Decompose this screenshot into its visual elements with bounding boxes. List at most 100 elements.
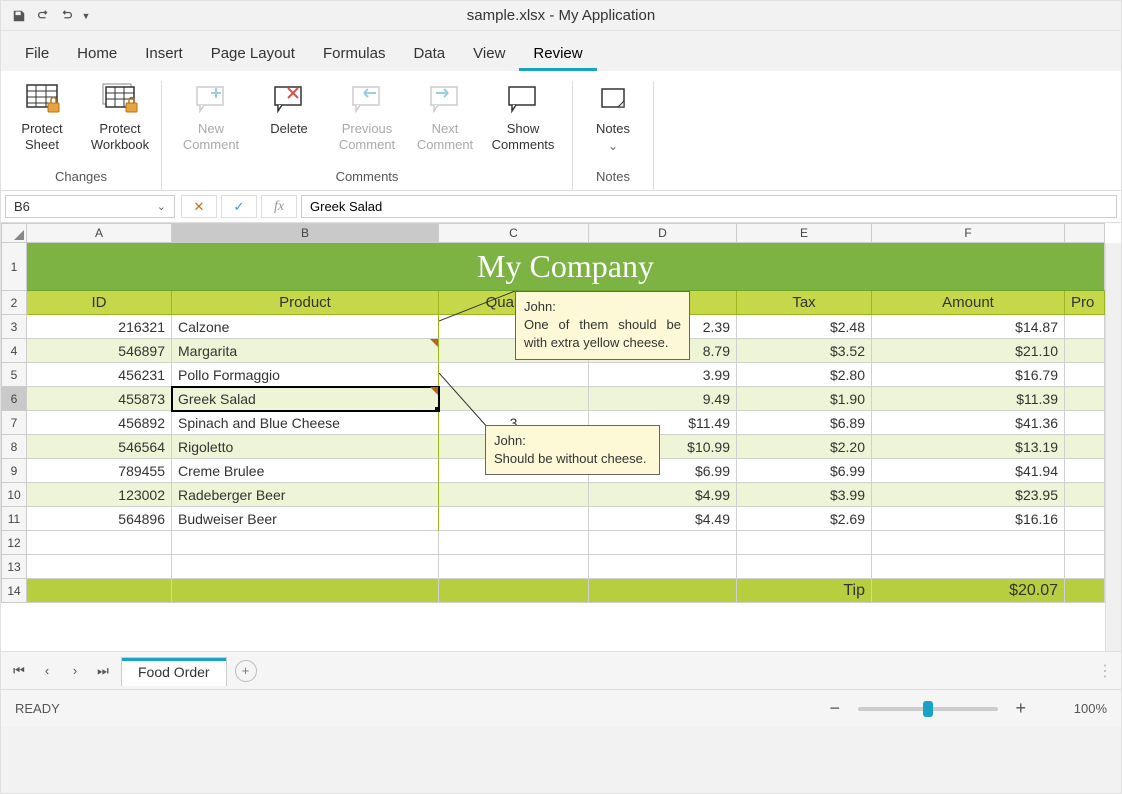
cell[interactable]: $23.95 — [872, 483, 1065, 507]
row-header[interactable]: 3 — [1, 315, 27, 339]
row-header-2[interactable]: 2 — [1, 291, 27, 315]
cell[interactable]: 564896 — [27, 507, 172, 531]
cell[interactable] — [1065, 339, 1105, 363]
cell[interactable]: 9.49 — [589, 387, 737, 411]
row-header[interactable]: 7 — [1, 411, 27, 435]
tip-amount[interactable]: $20.07 — [872, 579, 1065, 603]
formula-input[interactable] — [301, 195, 1117, 218]
row-header[interactable]: 5 — [1, 363, 27, 387]
cell[interactable] — [1065, 507, 1105, 531]
cell[interactable]: $11.39 — [872, 387, 1065, 411]
cell[interactable]: 546564 — [27, 435, 172, 459]
cell[interactable] — [27, 531, 172, 555]
cell[interactable]: $14.87 — [872, 315, 1065, 339]
cell[interactable] — [589, 555, 737, 579]
cell[interactable]: Greek Salad — [172, 387, 439, 411]
cell[interactable] — [1065, 387, 1105, 411]
sheet-tab[interactable]: Food Order — [121, 657, 227, 686]
cell[interactable] — [872, 531, 1065, 555]
cell[interactable]: Creme Brulee — [172, 459, 439, 483]
cell[interactable] — [27, 555, 172, 579]
cell[interactable]: $2.48 — [737, 315, 872, 339]
row-header[interactable]: 8 — [1, 435, 27, 459]
row-header[interactable]: 6 — [1, 387, 27, 411]
qat-dropdown-icon[interactable]: ▼ — [79, 4, 93, 28]
cell[interactable]: $41.94 — [872, 459, 1065, 483]
col-header-extra[interactable] — [1065, 223, 1105, 243]
cell[interactable]: $3.99 — [737, 483, 872, 507]
cell[interactable]: Rigoletto — [172, 435, 439, 459]
cell[interactable] — [1065, 555, 1105, 579]
column-headers[interactable]: A B C D E F — [1, 223, 1121, 243]
add-sheet-button[interactable]: + — [235, 660, 257, 682]
cell[interactable] — [172, 555, 439, 579]
cell[interactable]: $2.80 — [737, 363, 872, 387]
cell[interactable]: $41.36 — [872, 411, 1065, 435]
cell[interactable]: $3.52 — [737, 339, 872, 363]
cell[interactable] — [172, 579, 439, 603]
cell[interactable]: Margarita — [172, 339, 439, 363]
name-box[interactable]: B6 ⌄ — [5, 195, 175, 218]
save-icon[interactable] — [7, 4, 31, 28]
cell[interactable] — [737, 531, 872, 555]
select-all-corner[interactable] — [1, 223, 27, 243]
cell[interactable] — [172, 531, 439, 555]
row-header[interactable]: 12 — [1, 531, 27, 555]
col-header-f[interactable]: F — [872, 223, 1065, 243]
row-header-1[interactable]: 1 — [1, 243, 27, 291]
tab-home[interactable]: Home — [63, 39, 131, 71]
cell[interactable] — [1065, 531, 1105, 555]
sheet-nav-first-icon[interactable]: ⏮ — [9, 661, 29, 681]
cell[interactable]: 789455 — [27, 459, 172, 483]
col-header-c[interactable]: C — [439, 223, 589, 243]
row-header[interactable]: 10 — [1, 483, 27, 507]
tip-label[interactable]: Tip — [737, 579, 872, 603]
cell[interactable] — [589, 579, 737, 603]
sheet-nav-last-icon[interactable]: ⏭ — [93, 661, 113, 681]
tab-file[interactable]: File — [11, 39, 63, 71]
cell[interactable]: 456892 — [27, 411, 172, 435]
tab-review[interactable]: Review — [519, 39, 596, 71]
cell[interactable]: Budweiser Beer — [172, 507, 439, 531]
row-header[interactable]: 13 — [1, 555, 27, 579]
col-header-d[interactable]: D — [589, 223, 737, 243]
tab-data[interactable]: Data — [399, 39, 459, 71]
cell[interactable] — [1065, 315, 1105, 339]
cell[interactable]: $2.20 — [737, 435, 872, 459]
cell[interactable]: $6.99 — [737, 459, 872, 483]
delete-comment-button[interactable]: Delete — [250, 75, 328, 156]
zoom-thumb[interactable] — [923, 701, 933, 717]
tab-formulas[interactable]: Formulas — [309, 39, 400, 71]
cell[interactable]: 546897 — [27, 339, 172, 363]
sheet-nav-prev-icon[interactable]: ‹ — [37, 661, 57, 681]
cell[interactable] — [27, 579, 172, 603]
cell[interactable]: 3.99 — [589, 363, 737, 387]
zoom-in-button[interactable]: + — [1012, 700, 1030, 718]
vertical-scrollbar[interactable] — [1105, 243, 1121, 651]
row-header[interactable]: 11 — [1, 507, 27, 531]
spreadsheet-grid[interactable]: A B C D E F 1 My Company 2 ID Product Qu… — [1, 223, 1121, 651]
tab-view[interactable]: View — [459, 39, 519, 71]
protect-workbook-button[interactable]: Protect Workbook — [81, 75, 159, 156]
col-header-b[interactable]: B — [172, 223, 439, 243]
tab-insert[interactable]: Insert — [131, 39, 197, 71]
cell[interactable] — [589, 531, 737, 555]
cell[interactable]: $21.10 — [872, 339, 1065, 363]
cell[interactable]: 123002 — [27, 483, 172, 507]
cell[interactable]: 216321 — [27, 315, 172, 339]
cell[interactable] — [439, 507, 589, 531]
row-header[interactable]: 9 — [1, 459, 27, 483]
cell[interactable]: 456231 — [27, 363, 172, 387]
cell[interactable]: Calzone — [172, 315, 439, 339]
cell[interactable]: $13.19 — [872, 435, 1065, 459]
cell[interactable] — [1065, 459, 1105, 483]
cell[interactable]: Pollo Formaggio — [172, 363, 439, 387]
formula-accept-button[interactable]: ✓ — [221, 195, 257, 218]
cell[interactable]: Spinach and Blue Cheese — [172, 411, 439, 435]
cell[interactable]: $4.99 — [589, 483, 737, 507]
row-header[interactable]: 4 — [1, 339, 27, 363]
cell[interactable]: $16.16 — [872, 507, 1065, 531]
cell[interactable]: 455873 — [27, 387, 172, 411]
undo-icon[interactable] — [31, 4, 55, 28]
cell[interactable] — [1065, 579, 1105, 603]
